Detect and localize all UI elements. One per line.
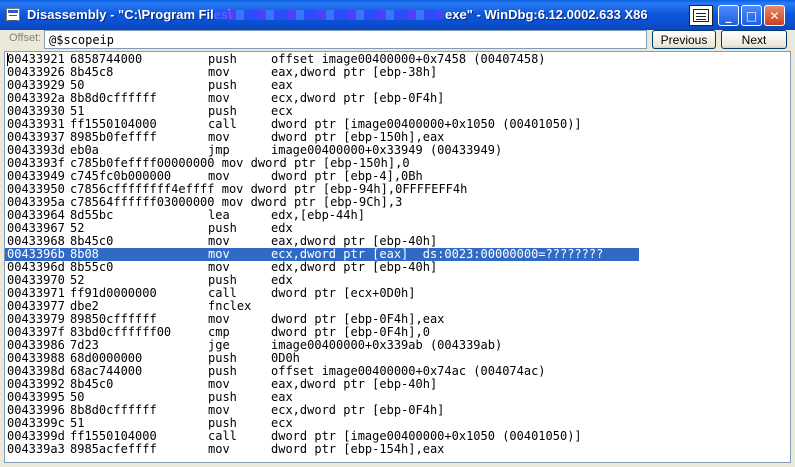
previous-button[interactable]: Previous xyxy=(652,30,716,49)
instruction-operands: eax,dword ptr [ebp-40h] xyxy=(271,377,438,391)
disassembly-line[interactable]: 0043392a 8b8d0cffffff mov ecx,dword ptr [eb… xyxy=(5,92,790,105)
instruction-operands: dword ptr [ebp-154h],eax xyxy=(271,442,445,456)
instruction-operands: image00400000+0x339ab (004339ab) xyxy=(271,338,503,352)
window-menu-icon[interactable] xyxy=(689,5,713,26)
disassembly-line[interactable]: 0043395a c78564ffffff03000000 mov dword p… xyxy=(5,196,790,209)
disassembly-line[interactable]: 00433992 8b45c0 mov eax,dword ptr [ebp-40h] xyxy=(5,378,790,391)
offset-label: Offset: xyxy=(9,32,42,44)
window-title-right: exe" - WinDbg:6.12.0002.633 X86 xyxy=(445,7,648,22)
redacted-path-scribble xyxy=(214,10,444,20)
disassembly-line[interactable]: 00433964 8d55bc lea edx,[ebp-44h] xyxy=(5,209,790,222)
instruction-operands: ecx,dword ptr [ebp-0F4h] xyxy=(271,91,445,105)
windbg-disassembly-window: Disassembly - "C:\Program Files\ exe" - … xyxy=(0,0,795,467)
instruction-address: 004339a3 xyxy=(7,442,65,456)
disassembly-line[interactable]: 00433926 8b45c8 mov eax,dword ptr [ebp-38h] xyxy=(5,66,790,79)
title-bar[interactable]: Disassembly - "C:\Program Files\ exe" - … xyxy=(0,0,795,30)
disassembly-listing[interactable]: 00433921 6858744000 push offset image004000… xyxy=(4,51,791,463)
window-title-left: Disassembly - "C:\Program Files\ xyxy=(27,7,232,22)
instruction-operands: eax,dword ptr [ebp-38h] xyxy=(271,65,438,79)
instruction-mnemonic: mov xyxy=(208,442,230,456)
minimize-button[interactable]: _ xyxy=(718,5,739,26)
disassembly-line[interactable]: 004339a3 8985acfeffff mov dword ptr [ebp-15… xyxy=(5,443,790,456)
instruction-bytes: 8985acfeffff xyxy=(70,442,157,456)
disassembly-line[interactable]: 00433996 8b8d0cffffff mov ecx,dword ptr [eb… xyxy=(5,404,790,417)
maximize-button[interactable]: □ xyxy=(741,5,762,26)
next-button[interactable]: Next xyxy=(721,30,787,49)
instruction-operands: ecx,dword ptr [ebp-0F4h] xyxy=(271,403,445,417)
instruction-operands: edx,dword ptr [ebp-40h] xyxy=(271,260,438,274)
instruction-operands: dword ptr [ecx+0D0h] xyxy=(271,286,416,300)
offset-toolbar: Offset: Previous Next xyxy=(0,30,795,51)
offset-input[interactable] xyxy=(44,30,647,49)
close-button[interactable]: ✕ xyxy=(764,5,785,26)
disassembly-line[interactable]: 00433971 ff91d0000000 call dword ptr [ecx+0… xyxy=(5,287,790,300)
disassembly-line[interactable]: 0043396d 8b55c0 mov edx,dword ptr [ebp-40h] xyxy=(5,261,790,274)
window-app-icon[interactable] xyxy=(6,8,20,21)
